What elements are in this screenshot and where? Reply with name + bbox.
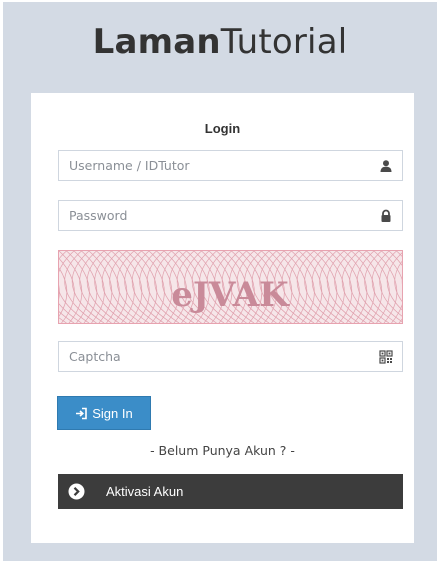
password-field xyxy=(58,200,403,231)
sign-in-label: Sign In xyxy=(92,405,133,421)
brand-light: Tutorial xyxy=(220,22,348,62)
login-card: Login eJVAK xyxy=(31,93,414,543)
username-input[interactable] xyxy=(69,151,369,180)
captcha-input[interactable] xyxy=(69,342,369,371)
activate-account-label: Aktivasi Akun xyxy=(106,484,184,499)
username-field xyxy=(58,150,403,181)
login-title: Login xyxy=(204,121,241,136)
sign-in-button[interactable]: Sign In xyxy=(57,396,151,430)
captcha-image: eJVAK xyxy=(58,250,403,324)
captcha-noise: eJVAK xyxy=(59,251,402,323)
brand-logo: LamanTutorial xyxy=(3,22,437,62)
captcha-text: eJVAK xyxy=(171,275,290,315)
lock-icon xyxy=(381,209,391,222)
qrcode-icon xyxy=(379,350,393,364)
sign-in-icon xyxy=(76,407,88,419)
chevron-right-circle-icon xyxy=(68,483,85,500)
activate-account-button[interactable]: Aktivasi Akun xyxy=(58,474,403,509)
page-background: LamanTutorial Login eJVAK xyxy=(3,2,437,561)
brand-bold: Laman xyxy=(92,22,221,62)
no-account-text: - Belum Punya Akun ? - xyxy=(150,443,295,458)
password-input[interactable] xyxy=(69,201,369,230)
captcha-field xyxy=(58,341,403,372)
user-icon xyxy=(380,160,392,172)
